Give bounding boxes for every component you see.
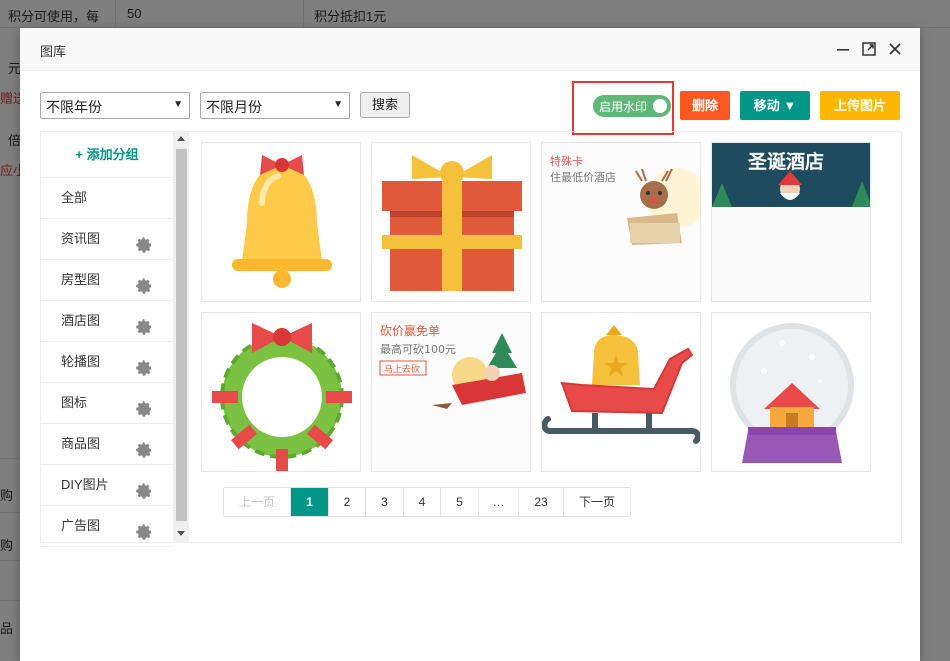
month-select[interactable]: 不限月份 ▼	[200, 92, 350, 119]
sidebar-item-label: DIY图片	[61, 477, 109, 492]
banner-title: 圣诞酒店	[748, 150, 824, 173]
close-icon[interactable]	[886, 40, 904, 58]
page-ellipsis: …	[479, 488, 519, 516]
scroll-up-icon[interactable]	[177, 136, 185, 141]
library-content: + 添加分组 全部 资讯图 房型图 酒店图 轮播图 图标 商品图 DIY图片 广…	[40, 131, 902, 547]
search-button[interactable]: 搜索	[360, 92, 410, 118]
upload-image-button[interactable]: 上传图片	[820, 91, 900, 120]
sidebar-item-label: 酒店图	[61, 313, 101, 328]
bargain-title: 砍价赢免单	[380, 323, 440, 338]
gear-icon[interactable]	[135, 517, 153, 540]
move-button[interactable]: 移动 ▼	[740, 91, 810, 120]
bargain-cta: 马上去砍	[384, 363, 420, 375]
gear-icon[interactable]	[135, 271, 153, 294]
gear-icon[interactable]	[135, 312, 153, 335]
add-group-button[interactable]: + 添加分组	[41, 132, 173, 178]
sidebar-item-label: 房型图	[61, 272, 101, 287]
chevron-down-icon: ▼	[173, 99, 183, 110]
card-subtitle: 住最低价酒店	[550, 170, 616, 184]
bargain-image[interactable]: 砍价赢免单 最高可砍100元 马上去砍	[371, 312, 531, 472]
sidebar-item-diy[interactable]: DIY图片	[41, 465, 173, 506]
year-select[interactable]: 不限年份 ▼	[40, 92, 190, 119]
card-title: 特殊卡	[550, 154, 583, 168]
sidebar-scrollbar[interactable]	[174, 132, 189, 542]
modal-title: 图库	[40, 44, 67, 59]
sidebar-item-icons[interactable]: 图标	[41, 383, 173, 424]
special-card-image[interactable]: 特殊卡 住最低价酒店	[541, 142, 701, 302]
group-sidebar: + 添加分组 全部 资讯图 房型图 酒店图 轮播图 图标 商品图 DIY图片 广…	[41, 132, 174, 547]
sidebar-item-ads[interactable]: 广告图	[41, 506, 173, 547]
sidebar-item-label: 资讯图	[61, 231, 101, 246]
chevron-down-icon: ▼	[333, 99, 343, 110]
gear-icon[interactable]	[135, 476, 153, 499]
scroll-down-icon[interactable]	[177, 531, 185, 536]
toggle-knob	[653, 99, 667, 113]
sidebar-item-label: 商品图	[61, 436, 101, 451]
gear-icon[interactable]	[135, 394, 153, 417]
page-button[interactable]: 2	[329, 488, 366, 516]
bargain-subtitle: 最高可砍100元	[380, 342, 456, 356]
christmas-hotel-banner[interactable]: 圣诞酒店	[711, 142, 871, 302]
gift-box-image[interactable]	[371, 142, 531, 302]
scrollbar-thumb[interactable]	[176, 149, 187, 521]
sidebar-item-label: 全部	[61, 190, 88, 205]
wreath-image[interactable]	[201, 312, 361, 472]
sidebar-item-label: 广告图	[61, 518, 101, 533]
page-button[interactable]: 5	[441, 488, 479, 516]
sidebar-item-label: 图标	[61, 395, 88, 410]
bell-image[interactable]	[201, 142, 361, 302]
maximize-icon[interactable]	[860, 40, 878, 58]
next-page-button[interactable]: 下一页	[564, 488, 630, 516]
image-library-modal: 图库 不限年份 ▼ 不限月份 ▼ 搜索 启用水印 删除 移动 ▼ 上传图片 + …	[20, 28, 920, 661]
sidebar-item-carousel[interactable]: 轮播图	[41, 342, 173, 383]
modal-header: 图库	[20, 28, 920, 71]
page-button[interactable]: 23	[519, 488, 564, 516]
snow-globe-image[interactable]	[711, 312, 871, 472]
page-button[interactable]: 4	[404, 488, 441, 516]
year-select-value: 不限年份	[46, 99, 102, 115]
sleigh-image[interactable]	[541, 312, 701, 472]
minimize-icon[interactable]	[834, 40, 852, 58]
gear-icon[interactable]	[135, 353, 153, 376]
watermark-toggle[interactable]: 启用水印	[593, 95, 671, 117]
sidebar-item-all[interactable]: 全部	[41, 178, 173, 219]
watermark-toggle-label: 启用水印	[599, 100, 648, 114]
toolbar: 不限年份 ▼ 不限月份 ▼ 搜索 启用水印 删除 移动 ▼ 上传图片	[20, 71, 920, 135]
sidebar-item-products[interactable]: 商品图	[41, 424, 173, 465]
pagination: 上一页 1 2 3 4 5 … 23 下一页	[223, 487, 631, 517]
sidebar-item-hotel[interactable]: 酒店图	[41, 301, 173, 342]
sidebar-item-room[interactable]: 房型图	[41, 260, 173, 301]
sidebar-item-news[interactable]: 资讯图	[41, 219, 173, 260]
gear-icon[interactable]	[135, 230, 153, 253]
page-button[interactable]: 1	[291, 488, 329, 516]
month-select-value: 不限月份	[206, 99, 262, 115]
prev-page-button[interactable]: 上一页	[224, 488, 291, 516]
gear-icon[interactable]	[135, 435, 153, 458]
page-button[interactable]: 3	[366, 488, 404, 516]
sidebar-item-label: 轮播图	[61, 354, 101, 369]
delete-button[interactable]: 删除	[680, 91, 730, 120]
